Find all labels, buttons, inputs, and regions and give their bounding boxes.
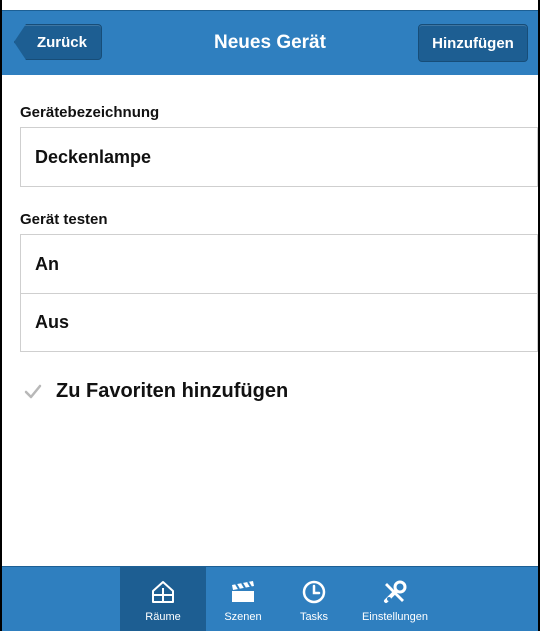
clock-icon: [301, 577, 327, 607]
favorite-toggle[interactable]: Zu Favoriten hinzufügen: [24, 380, 288, 403]
test-device-list: An Aus: [20, 234, 538, 352]
tab-scenes-label: Szenen: [224, 611, 262, 623]
nav-bar: Zurück Neues Gerät Hinzufügen: [2, 10, 538, 75]
back-button[interactable]: Zurück: [14, 24, 102, 60]
tab-settings[interactable]: Einstellungen: [350, 567, 440, 631]
tab-bar: Räume Szenen Tasks Einstellungen: [2, 566, 538, 631]
test-device-label: Gerät testen: [20, 211, 108, 228]
test-option-off[interactable]: Aus: [21, 293, 537, 351]
tab-tasks-label: Tasks: [299, 611, 329, 623]
tab-settings-label: Einstellungen: [361, 611, 429, 623]
app-frame: Zurück Neues Gerät Hinzufügen Gerätebeze…: [0, 0, 540, 631]
add-button[interactable]: Hinzufügen: [418, 24, 528, 62]
tools-icon: [381, 577, 409, 607]
device-name-label: Gerätebezeichnung: [20, 104, 160, 121]
checkmark-icon: [24, 384, 42, 398]
test-option-on[interactable]: An: [21, 235, 537, 293]
tab-rooms[interactable]: Räume: [120, 567, 206, 631]
device-name-value[interactable]: Deckenlampe: [21, 128, 537, 186]
tab-rooms-label: Räume: [145, 611, 181, 623]
clapperboard-icon: [229, 577, 257, 607]
favorite-checkbox[interactable]: [24, 383, 42, 401]
house-icon: [150, 577, 176, 607]
tab-tasks[interactable]: Tasks: [284, 567, 344, 631]
favorite-label: Zu Favoriten hinzufügen: [56, 380, 289, 402]
tab-scenes[interactable]: Szenen: [208, 567, 278, 631]
device-name-field[interactable]: Deckenlampe: [20, 127, 538, 187]
